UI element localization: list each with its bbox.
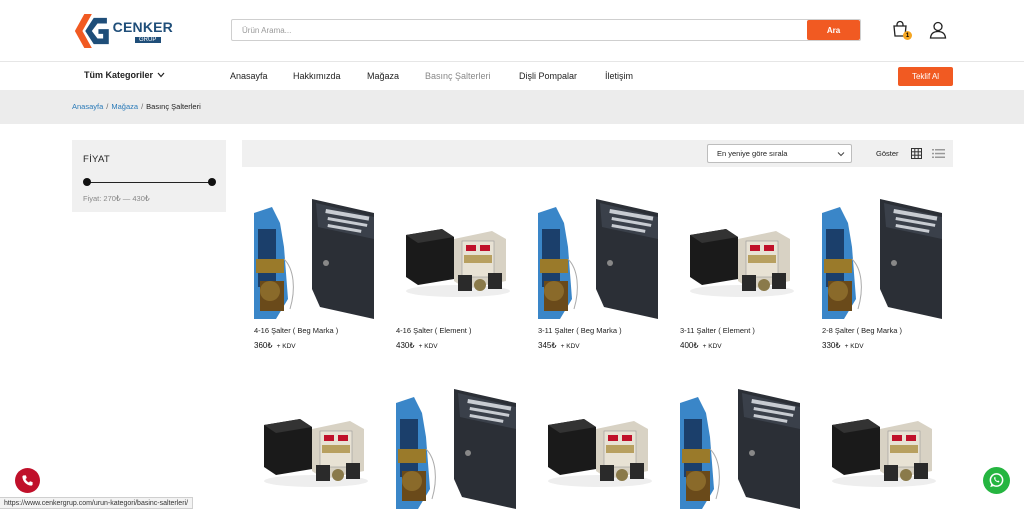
search-button[interactable]: Ara bbox=[807, 20, 860, 40]
price-slider-track[interactable] bbox=[87, 182, 212, 183]
breadcrumb-current: Basınç Şalterleri bbox=[146, 102, 201, 111]
product-price: 400₺ + KDV bbox=[680, 341, 800, 350]
product-image[interactable] bbox=[822, 199, 942, 319]
sort-select[interactable]: En yeniye göre sırala bbox=[707, 144, 852, 163]
main-nav: Tüm Kategoriler Anasayfa Hakkımızda Mağa… bbox=[0, 63, 1024, 90]
product-card[interactable] bbox=[254, 389, 374, 509]
all-categories-menu[interactable]: Tüm Kategoriler bbox=[84, 70, 165, 80]
nav-item-pressure-switches[interactable]: Basınç Şalterleri bbox=[425, 71, 491, 81]
status-bar-url: https://www.cenkergrup.com/urun-kategori… bbox=[0, 497, 194, 509]
whatsapp-button[interactable] bbox=[983, 467, 1010, 494]
site-header: CENKER GRUP Ara 1 bbox=[0, 0, 1024, 62]
breadcrumb-separator: / bbox=[106, 102, 109, 111]
product-card[interactable]: 3-11 Şalter ( Beg Marka ) 345₺ + KDV bbox=[538, 199, 658, 350]
price-amount: 430₺ bbox=[396, 341, 415, 350]
nav-item-gear-pumps[interactable]: Dişli Pompalar bbox=[519, 71, 577, 81]
product-name[interactable]: 3-11 Şalter ( Element ) bbox=[680, 326, 800, 335]
price-slider-max-handle[interactable] bbox=[208, 178, 216, 186]
get-quote-button[interactable]: Teklif Al bbox=[898, 67, 953, 86]
product-card[interactable]: 4-16 Şalter ( Element ) 430₺ + KDV bbox=[396, 199, 516, 350]
price-filter-title: FİYAT bbox=[83, 154, 111, 165]
brand-sub: GRUP bbox=[134, 36, 161, 43]
phone-icon bbox=[22, 475, 33, 486]
search-input[interactable] bbox=[232, 20, 807, 40]
price-tax: + KDV bbox=[560, 343, 580, 350]
call-button[interactable] bbox=[15, 468, 40, 493]
product-image[interactable] bbox=[396, 389, 516, 509]
show-label: Göster bbox=[876, 149, 899, 158]
nav-item-contact[interactable]: İletişim bbox=[605, 71, 633, 81]
price-tax: + KDV bbox=[844, 343, 864, 350]
logo-mark-icon bbox=[74, 14, 109, 48]
price-range-text: Fiyat: 270₺ — 430₺ bbox=[83, 194, 150, 203]
breadcrumb: Anasayfa / Mağaza / Basınç Şalterleri bbox=[72, 102, 201, 111]
shop-toolbar: En yeniye göre sırala Göster bbox=[242, 140, 953, 167]
price-tax: + KDV bbox=[276, 343, 296, 350]
list-view-icon[interactable] bbox=[932, 148, 945, 159]
breadcrumb-separator: / bbox=[141, 102, 144, 111]
product-name[interactable]: 3-11 Şalter ( Beg Marka ) bbox=[538, 326, 658, 335]
product-name[interactable]: 4-16 Şalter ( Beg Marka ) bbox=[254, 326, 374, 335]
product-price: 345₺ + KDV bbox=[538, 341, 658, 350]
search-bar: Ara bbox=[231, 19, 861, 41]
product-price: 360₺ + KDV bbox=[254, 341, 374, 350]
product-image[interactable] bbox=[680, 199, 800, 319]
whatsapp-icon bbox=[989, 473, 1004, 488]
product-price: 430₺ + KDV bbox=[396, 341, 516, 350]
price-amount: 330₺ bbox=[822, 341, 841, 350]
product-card[interactable] bbox=[680, 389, 800, 509]
price-tax: + KDV bbox=[418, 343, 438, 350]
product-card[interactable]: 4-16 Şalter ( Beg Marka ) 360₺ + KDV bbox=[254, 199, 374, 350]
nav-item-shop[interactable]: Mağaza bbox=[367, 71, 399, 81]
product-image[interactable] bbox=[538, 389, 658, 509]
brand-name: CENKER bbox=[112, 18, 173, 35]
chevron-down-icon bbox=[837, 152, 845, 157]
price-slider-min-handle[interactable] bbox=[83, 178, 91, 186]
product-image[interactable] bbox=[680, 389, 800, 509]
cart-count-badge: 1 bbox=[903, 31, 912, 40]
product-card[interactable]: 3-11 Şalter ( Element ) 400₺ + KDV bbox=[680, 199, 800, 350]
user-icon bbox=[929, 21, 947, 39]
product-image[interactable] bbox=[822, 389, 942, 509]
site-logo[interactable]: CENKER GRUP bbox=[73, 10, 173, 52]
cart-button[interactable]: 1 bbox=[891, 20, 912, 40]
price-tax: + KDV bbox=[702, 343, 722, 350]
nav-item-about[interactable]: Hakkımızda bbox=[293, 71, 341, 81]
price-filter: FİYAT Fiyat: 270₺ — 430₺ bbox=[72, 140, 226, 212]
all-categories-label: Tüm Kategoriler bbox=[84, 70, 154, 80]
product-card[interactable] bbox=[538, 389, 658, 509]
price-amount: 400₺ bbox=[680, 341, 699, 350]
product-card[interactable] bbox=[396, 389, 516, 509]
product-image[interactable] bbox=[538, 199, 658, 319]
product-image[interactable] bbox=[254, 389, 374, 509]
breadcrumb-home[interactable]: Anasayfa bbox=[72, 102, 103, 111]
price-amount: 360₺ bbox=[254, 341, 273, 350]
breadcrumb-bar: Anasayfa / Mağaza / Basınç Şalterleri bbox=[0, 90, 1024, 124]
product-name[interactable]: 2-8 Şalter ( Beg Marka ) bbox=[822, 326, 942, 335]
sort-selected-value: En yeniye göre sırala bbox=[717, 149, 788, 158]
breadcrumb-shop[interactable]: Mağaza bbox=[111, 102, 138, 111]
product-price: 330₺ + KDV bbox=[822, 341, 942, 350]
product-image[interactable] bbox=[396, 199, 516, 319]
product-name[interactable]: 4-16 Şalter ( Element ) bbox=[396, 326, 516, 335]
account-button[interactable] bbox=[928, 20, 948, 40]
chevron-down-icon bbox=[157, 72, 165, 78]
product-image[interactable] bbox=[254, 199, 374, 319]
nav-item-home[interactable]: Anasayfa bbox=[230, 71, 268, 81]
product-card[interactable] bbox=[822, 389, 942, 509]
grid-view-icon[interactable] bbox=[911, 148, 922, 159]
product-card[interactable]: 2-8 Şalter ( Beg Marka ) 330₺ + KDV bbox=[822, 199, 942, 350]
price-amount: 345₺ bbox=[538, 341, 557, 350]
